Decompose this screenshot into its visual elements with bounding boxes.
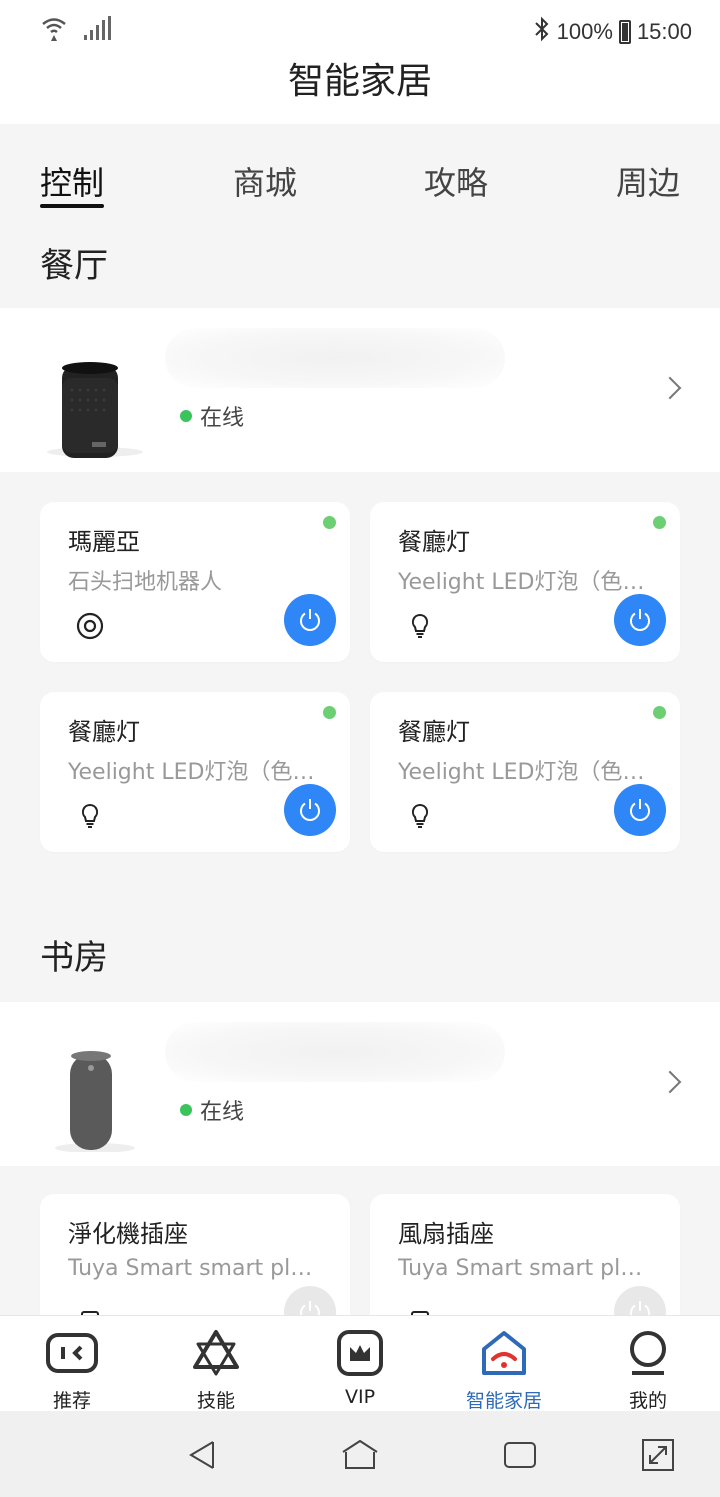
active-tab-indicator bbox=[40, 204, 104, 208]
power-button[interactable] bbox=[614, 594, 666, 646]
smart-home-icon bbox=[474, 1328, 534, 1378]
hub-device-row[interactable]: 在线 bbox=[0, 308, 720, 472]
device-name: 餐廳灯 bbox=[398, 718, 470, 746]
device-model: Tuya Smart smart plug bbox=[68, 1256, 318, 1281]
online-indicator bbox=[653, 516, 666, 529]
redacted-device-name bbox=[165, 328, 505, 388]
tab-mall[interactable]: 商城 bbox=[233, 158, 297, 204]
device-model: 石头扫地机器人 bbox=[68, 570, 223, 595]
page-title: 智能家居 bbox=[287, 61, 432, 102]
online-dot-icon bbox=[180, 410, 192, 422]
nav-profile[interactable]: 我的 bbox=[603, 1328, 693, 1413]
smart-speaker-image bbox=[40, 328, 150, 458]
device-name: 淨化機插座 bbox=[68, 1220, 188, 1248]
nav-label: VIP bbox=[344, 1386, 376, 1408]
tab-merch[interactable]: 周边 bbox=[616, 158, 680, 204]
device-model: Yeelight LED灯泡（色温版） bbox=[68, 760, 318, 785]
bulb-icon bbox=[406, 612, 434, 640]
wifi-icon bbox=[40, 14, 68, 46]
online-status: 在线 bbox=[180, 400, 244, 432]
device-name: 餐廳灯 bbox=[68, 718, 140, 746]
hub-device-row[interactable]: 在线 bbox=[0, 1002, 720, 1166]
nav-label: 我的 bbox=[628, 1390, 667, 1412]
device-name: 風扇插座 bbox=[398, 1220, 494, 1248]
power-button[interactable] bbox=[614, 784, 666, 836]
room-title: 书房 bbox=[40, 938, 108, 978]
nav-label: 技能 bbox=[196, 1390, 235, 1412]
online-indicator bbox=[653, 706, 666, 719]
redacted-device-name bbox=[165, 1022, 505, 1082]
device-model: Yeelight LED灯泡（色温版） bbox=[398, 760, 648, 785]
signal-icon bbox=[82, 15, 112, 45]
bluetooth-icon bbox=[533, 16, 551, 48]
device-name: 餐廳灯 bbox=[398, 528, 470, 556]
battery-percent: 100% bbox=[556, 19, 613, 44]
status-bar: 100% 15:00 bbox=[0, 0, 720, 60]
device-card[interactable]: 瑪麗亞 石头扫地机器人 bbox=[40, 502, 350, 662]
online-indicator bbox=[323, 516, 336, 529]
nav-vip[interactable]: VIP bbox=[315, 1328, 405, 1408]
device-model: Tuya Smart smart plug bbox=[398, 1256, 648, 1281]
device-card[interactable]: 餐廳灯 Yeelight LED灯泡（色温版） bbox=[40, 692, 350, 852]
room-title: 餐厅 bbox=[40, 246, 108, 286]
tab-guides[interactable]: 攻略 bbox=[424, 158, 488, 204]
nav-label: 推荐 bbox=[52, 1390, 91, 1412]
power-button[interactable] bbox=[284, 784, 336, 836]
home-icon[interactable] bbox=[338, 1433, 382, 1477]
robot-vacuum-icon bbox=[76, 612, 104, 640]
nav-skills[interactable]: 技能 bbox=[171, 1328, 261, 1413]
bulb-icon bbox=[76, 802, 104, 830]
device-name: 瑪麗亞 bbox=[68, 528, 140, 556]
nav-smart-home[interactable]: 智能家居 bbox=[459, 1328, 549, 1413]
nav-label: 智能家居 bbox=[465, 1390, 542, 1412]
clock: 15:00 bbox=[636, 19, 692, 44]
bulb-icon bbox=[406, 802, 434, 830]
crown-icon bbox=[330, 1328, 390, 1378]
online-dot-icon bbox=[180, 1104, 192, 1116]
chevron-right-icon bbox=[658, 376, 682, 400]
status-text: 在线 bbox=[200, 406, 245, 431]
tv-icon bbox=[42, 1328, 102, 1378]
device-card[interactable]: 餐廳灯 Yeelight LED灯泡（色温版） bbox=[370, 502, 680, 662]
smart-speaker-image bbox=[40, 1022, 150, 1153]
profile-icon bbox=[618, 1328, 678, 1378]
bottom-nav: 推荐 技能 VIP 智能家居 我的 bbox=[0, 1315, 720, 1413]
system-nav-bar bbox=[0, 1411, 720, 1497]
device-model: Yeelight LED灯泡（色温版） bbox=[398, 570, 648, 595]
star-of-david-icon bbox=[186, 1328, 246, 1378]
back-icon[interactable] bbox=[180, 1433, 224, 1477]
device-card[interactable]: 餐廳灯 Yeelight LED灯泡（色温版） bbox=[370, 692, 680, 852]
tab-control[interactable]: 控制 bbox=[40, 158, 104, 204]
status-text: 在线 bbox=[200, 1100, 245, 1125]
recents-icon[interactable] bbox=[498, 1433, 542, 1477]
online-indicator bbox=[323, 706, 336, 719]
nav-recommend[interactable]: 推荐 bbox=[27, 1328, 117, 1413]
chevron-right-icon bbox=[658, 1070, 682, 1094]
online-status: 在线 bbox=[180, 1094, 244, 1126]
battery-icon bbox=[618, 20, 631, 44]
expand-icon[interactable] bbox=[636, 1433, 680, 1477]
app-bar: 智能家居 bbox=[0, 60, 720, 124]
power-button[interactable] bbox=[284, 594, 336, 646]
top-tabs: 控制 商城 攻略 周边 bbox=[0, 124, 720, 236]
